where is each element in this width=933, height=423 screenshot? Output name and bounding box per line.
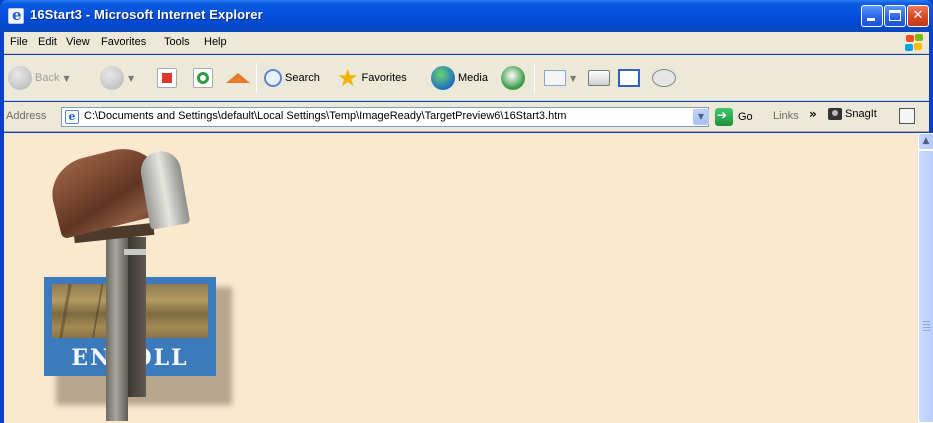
favorites-button[interactable]: ★ Favorites	[337, 61, 407, 95]
toolbar-separator	[256, 63, 257, 93]
history-icon	[501, 66, 525, 90]
camera-icon	[828, 108, 842, 120]
menu-tools[interactable]: Tools	[164, 36, 190, 48]
go-button[interactable]: Go	[715, 108, 753, 126]
menu-help[interactable]: Help	[204, 36, 227, 48]
standard-toolbar: Back ▼ ▼ Search ★ Favorites Media ▼	[4, 55, 929, 101]
mail-icon	[544, 70, 566, 86]
go-label: Go	[738, 111, 753, 123]
window-title: 16Start3 - Microsoft Internet Explorer	[30, 7, 263, 22]
media-button[interactable]: Media	[431, 61, 488, 95]
address-input[interactable]: C:\Documents and Settings\default\Local …	[61, 107, 709, 127]
snagit-label: SnagIt	[845, 108, 877, 120]
star-icon: ★	[337, 64, 359, 92]
address-label: Address	[6, 110, 47, 122]
back-label: Back	[35, 72, 60, 84]
search-label: Search	[285, 72, 320, 84]
snagit-capture-icon[interactable]	[899, 108, 915, 124]
post-shadow	[128, 237, 146, 397]
chevron-down-icon: ▼	[697, 112, 705, 121]
mail-button[interactable]: ▼	[544, 61, 576, 95]
post-strap	[124, 249, 146, 255]
go-arrow-icon	[715, 108, 733, 126]
chevron-down-icon: ▼	[63, 73, 70, 83]
refresh-icon	[193, 68, 213, 88]
back-arrow-icon	[8, 66, 32, 90]
title-bar: 16Start3 - Microsoft Internet Explorer ✕	[0, 0, 933, 32]
chevron-up-icon: ▲	[922, 136, 930, 146]
mailbox-post	[106, 231, 128, 421]
scroll-thumb[interactable]	[918, 150, 933, 423]
stop-button[interactable]	[157, 61, 177, 95]
links-label: Links	[773, 110, 799, 122]
chevron-down-icon: ▼	[570, 73, 577, 83]
grip-line	[923, 330, 930, 331]
menu-view[interactable]: View	[66, 36, 90, 48]
media-icon	[431, 66, 455, 90]
menu-favorites[interactable]: Favorites	[101, 36, 146, 48]
printer-icon	[588, 70, 610, 86]
forward-arrow-icon	[100, 66, 124, 90]
discuss-button[interactable]	[652, 61, 676, 95]
page-content: ENROLL	[4, 133, 917, 423]
edit-button[interactable]	[618, 61, 640, 95]
media-label: Media	[458, 72, 488, 84]
chevron-down-icon: ▼	[128, 73, 135, 83]
enroll-graphic[interactable]: ENROLL	[44, 140, 234, 423]
close-button[interactable]: ✕	[907, 5, 929, 27]
windows-logo-icon	[903, 33, 925, 53]
forward-button[interactable]: ▼	[100, 61, 134, 95]
close-icon: ✕	[912, 8, 924, 23]
minimize-button[interactable]	[861, 5, 883, 27]
chevron-more-icon[interactable]: »	[809, 107, 817, 121]
ie-icon	[8, 6, 24, 24]
menu-bar: File Edit View Favorites Tools Help	[4, 32, 929, 54]
search-button[interactable]: Search	[264, 61, 320, 95]
refresh-button[interactable]	[193, 61, 213, 95]
grip-line	[923, 327, 930, 328]
back-button[interactable]: Back ▼	[8, 61, 70, 95]
menu-edit[interactable]: Edit	[38, 36, 57, 48]
page-icon: e	[65, 110, 79, 124]
vertical-scrollbar[interactable]: ▲	[917, 133, 933, 423]
favorites-label: Favorites	[361, 72, 407, 84]
print-button[interactable]	[588, 61, 610, 95]
address-bar: Address C:\Documents and Settings\defaul…	[4, 102, 929, 132]
stop-icon	[157, 68, 177, 88]
home-button[interactable]	[226, 61, 250, 95]
history-button[interactable]	[501, 61, 525, 95]
discuss-icon	[652, 69, 676, 87]
menu-file[interactable]: File	[10, 36, 28, 48]
grip-line	[923, 324, 930, 325]
home-icon	[226, 73, 250, 83]
toolbar-separator	[534, 63, 535, 93]
minimize-icon	[867, 18, 875, 21]
scroll-up-button[interactable]: ▲	[918, 133, 933, 150]
grip-line	[923, 321, 930, 322]
maximize-button[interactable]	[884, 5, 906, 27]
snagit-button[interactable]: SnagIt	[828, 108, 877, 120]
edit-icon	[618, 69, 640, 87]
browser-window: 16Start3 - Microsoft Internet Explorer ✕…	[0, 0, 933, 423]
maximize-icon	[889, 10, 901, 21]
address-dropdown-button[interactable]: ▼	[693, 109, 709, 125]
search-icon	[264, 69, 282, 87]
